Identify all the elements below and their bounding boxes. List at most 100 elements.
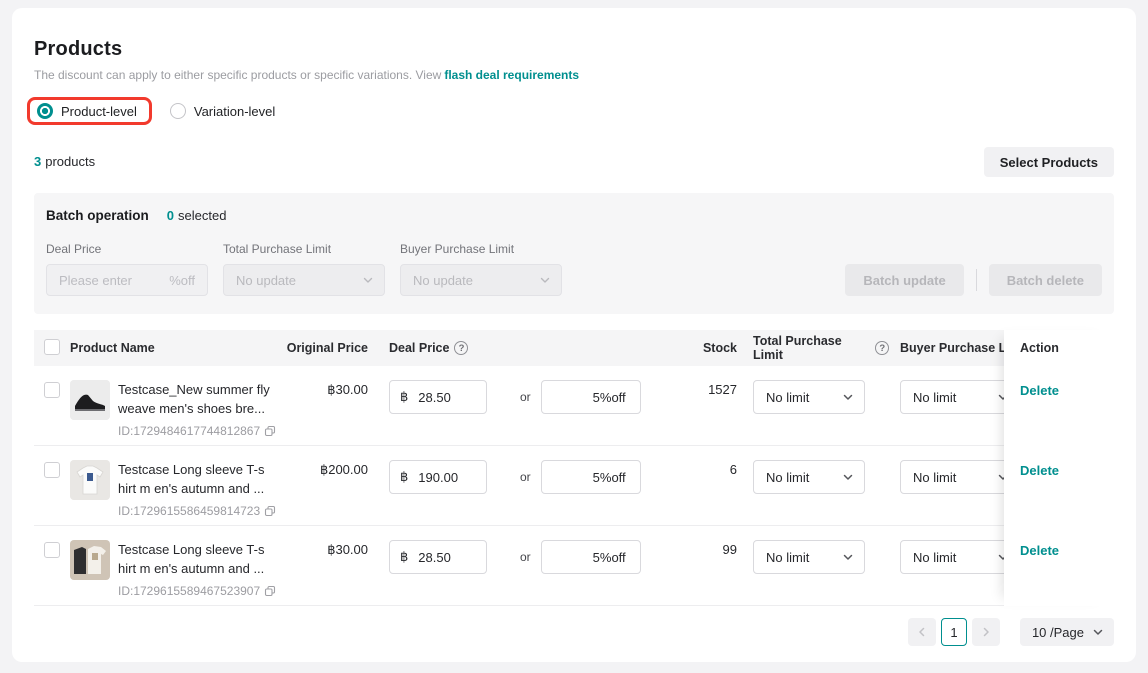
total-limit-select[interactable]: No limit — [753, 540, 865, 574]
buyer-limit-select[interactable]: No limit — [900, 380, 1020, 414]
flash-deal-requirements-link[interactable]: flash deal requirements — [444, 68, 579, 82]
batch-total-limit-group: Total Purchase Limit No update — [223, 242, 385, 296]
batch-selected-count: 0selected — [167, 208, 227, 223]
batch-deal-price-group: Deal Price %off — [46, 242, 208, 296]
table-row: Testcase Long sleeve T-s hirt m en's aut… — [34, 526, 1114, 606]
header-deal-price: Deal Price — [389, 341, 449, 355]
currency-symbol: ฿ — [400, 389, 408, 405]
currency-symbol: ฿ — [400, 469, 408, 485]
count-row: 3products Select Products — [34, 147, 1114, 177]
percent-off-input[interactable] — [541, 460, 641, 494]
original-price: ฿30.00 — [327, 382, 368, 398]
batch-operation-panel: Batch operation 0selected Deal Price %of… — [34, 193, 1114, 314]
chevron-down-icon — [1092, 626, 1104, 638]
action-column: Action Delete Delete Delete — [1004, 330, 1114, 606]
subtitle-text: The discount can apply to either specifi… — [34, 68, 441, 82]
stock-value: 1527 — [708, 382, 737, 397]
total-limit-select[interactable]: No limit — [753, 380, 865, 414]
chevron-down-icon — [842, 471, 854, 483]
current-page[interactable]: 1 — [941, 618, 967, 646]
chevron-right-icon — [980, 626, 992, 638]
next-page-button[interactable] — [972, 618, 1000, 646]
products-card: Products The discount can apply to eithe… — [12, 8, 1136, 662]
batch-deal-price-input[interactable]: %off — [46, 264, 208, 296]
batch-deal-price-field[interactable] — [59, 273, 163, 288]
table-row: Testcase Long sleeve T-s hirt m en's aut… — [34, 446, 1114, 526]
stock-value: 99 — [723, 542, 737, 557]
batch-buyer-limit-label: Buyer Purchase Limit — [400, 242, 562, 256]
help-icon[interactable]: ? — [875, 341, 889, 355]
original-price: ฿200.00 — [320, 462, 368, 478]
page-title: Products — [34, 38, 1114, 61]
select-all-checkbox[interactable] — [44, 339, 60, 355]
product-thumbnail-black-sneaker — [70, 380, 110, 420]
product-thumbnail-white-tshirt — [70, 460, 110, 500]
chevron-down-icon — [362, 274, 374, 286]
product-id: ID:1729615589467523907 — [118, 584, 260, 598]
batch-total-limit-select[interactable]: No update — [223, 264, 385, 296]
header-stock: Stock — [654, 341, 737, 355]
product-thumbnail-two-tshirts — [70, 540, 110, 580]
deal-price-input[interactable]: ฿ — [389, 540, 487, 574]
page-size-select[interactable]: 10 /Page — [1020, 618, 1114, 646]
deal-price-input[interactable]: ฿ — [389, 460, 487, 494]
pagination: 1 10 /Page — [34, 618, 1114, 646]
page-subtitle: The discount can apply to either specifi… — [34, 68, 1114, 82]
header-total-limit: Total Purchase Limit — [753, 334, 870, 362]
deal-price-input[interactable]: ฿ — [389, 380, 487, 414]
batch-total-limit-label: Total Purchase Limit — [223, 242, 385, 256]
chevron-down-icon — [842, 391, 854, 403]
product-id: ID:1729615586459814723 — [118, 504, 260, 518]
header-product-name: Product Name — [70, 341, 285, 355]
copy-icon[interactable] — [264, 585, 276, 597]
chevron-left-icon — [916, 626, 928, 638]
chevron-down-icon — [842, 551, 854, 563]
currency-symbol: ฿ — [400, 549, 408, 565]
row-checkbox[interactable] — [44, 462, 60, 478]
row-checkbox[interactable] — [44, 542, 60, 558]
header-action: Action — [1020, 330, 1114, 366]
delete-link[interactable]: Delete — [1020, 543, 1059, 558]
highlight-red-box: Product-level — [27, 97, 152, 125]
batch-deal-price-label: Deal Price — [46, 242, 208, 256]
product-name: Testcase Long sleeve T-s — [118, 540, 276, 559]
or-label: or — [520, 550, 531, 564]
buyer-limit-select[interactable]: No limit — [900, 460, 1020, 494]
batch-buyer-limit-group: Buyer Purchase Limit No update — [400, 242, 562, 296]
batch-percent-suffix: %off — [169, 273, 195, 288]
batch-update-button[interactable]: Batch update — [845, 264, 963, 296]
batch-operation-title: Batch operation — [46, 208, 149, 223]
delete-link[interactable]: Delete — [1020, 463, 1059, 478]
percent-off-input[interactable] — [541, 380, 641, 414]
delete-link[interactable]: Delete — [1020, 383, 1059, 398]
batch-delete-button[interactable]: Batch delete — [989, 264, 1102, 296]
variation-level-label: Variation-level — [194, 104, 275, 119]
total-limit-select[interactable]: No limit — [753, 460, 865, 494]
level-radio-group: Product-level Variation-level — [34, 97, 1114, 125]
variation-level-option[interactable]: Variation-level — [170, 103, 275, 119]
table-row: Testcase_New summer fly weave men's shoe… — [34, 366, 1114, 446]
header-original-price: Original Price — [285, 341, 368, 355]
copy-icon[interactable] — [264, 505, 276, 517]
stock-value: 6 — [730, 462, 737, 477]
or-label: or — [520, 390, 531, 404]
products-table: Product Name Original Price Deal Price ?… — [34, 330, 1114, 606]
product-name: Testcase_New summer fly — [118, 380, 276, 399]
product-level-label: Product-level — [61, 104, 137, 119]
table-header-row: Product Name Original Price Deal Price ?… — [34, 330, 1114, 366]
chevron-down-icon — [539, 274, 551, 286]
original-price: ฿30.00 — [327, 542, 368, 558]
select-products-button[interactable]: Select Products — [984, 147, 1114, 177]
row-checkbox[interactable] — [44, 382, 60, 398]
buyer-limit-select[interactable]: No limit — [900, 540, 1020, 574]
product-id: ID:1729484617744812867 — [118, 424, 260, 438]
copy-icon[interactable] — [264, 425, 276, 437]
batch-buyer-limit-select[interactable]: No update — [400, 264, 562, 296]
button-divider — [976, 269, 977, 291]
product-level-radio[interactable] — [37, 103, 53, 119]
product-name: Testcase Long sleeve T-s — [118, 460, 276, 479]
help-icon[interactable]: ? — [454, 341, 468, 355]
variation-level-radio[interactable] — [170, 103, 186, 119]
percent-off-input[interactable] — [541, 540, 641, 574]
prev-page-button[interactable] — [908, 618, 936, 646]
